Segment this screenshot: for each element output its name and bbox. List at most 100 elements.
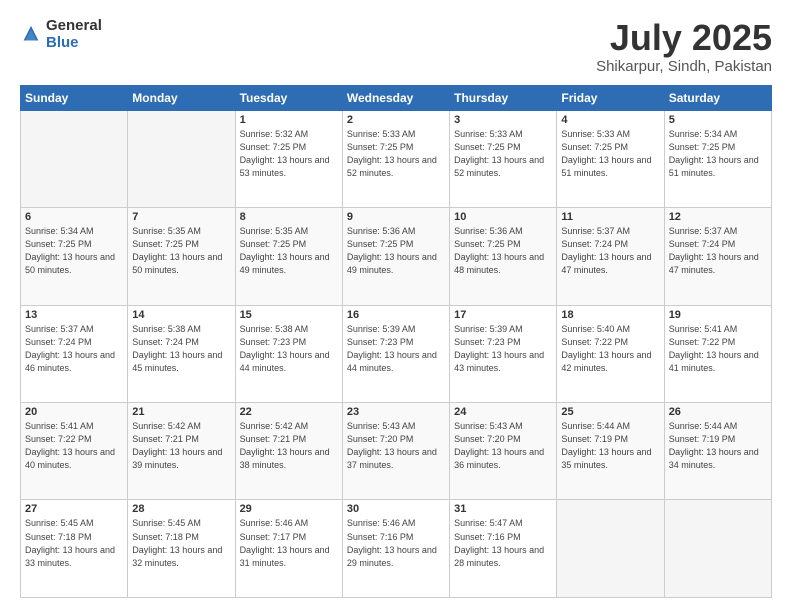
sunset: Sunset: 7:21 PM	[240, 434, 307, 444]
calendar-cell: 20Sunrise: 5:41 AMSunset: 7:22 PMDayligh…	[21, 403, 128, 500]
calendar-cell: 21Sunrise: 5:42 AMSunset: 7:21 PMDayligh…	[128, 403, 235, 500]
calendar-row-1: 1Sunrise: 5:32 AMSunset: 7:25 PMDaylight…	[21, 110, 772, 207]
day-number: 22	[240, 406, 338, 418]
day-number: 4	[561, 114, 659, 126]
daylight: Daylight: 13 hours and 32 minutes.	[132, 545, 222, 568]
day-info: Sunrise: 5:45 AMSunset: 7:18 PMDaylight:…	[132, 517, 230, 569]
daylight: Daylight: 13 hours and 49 minutes.	[240, 252, 330, 275]
day-info: Sunrise: 5:33 AMSunset: 7:25 PMDaylight:…	[347, 128, 445, 180]
sunset: Sunset: 7:23 PM	[240, 337, 307, 347]
daylight: Daylight: 13 hours and 51 minutes.	[669, 155, 759, 178]
sunrise: Sunrise: 5:42 AM	[240, 421, 309, 431]
day-number: 9	[347, 211, 445, 223]
sunrise: Sunrise: 5:45 AM	[25, 518, 94, 528]
daylight: Daylight: 13 hours and 31 minutes.	[240, 545, 330, 568]
day-info: Sunrise: 5:47 AMSunset: 7:16 PMDaylight:…	[454, 517, 552, 569]
sunrise: Sunrise: 5:34 AM	[669, 129, 738, 139]
sunrise: Sunrise: 5:42 AM	[132, 421, 201, 431]
col-saturday: Saturday	[664, 85, 771, 110]
sunset: Sunset: 7:22 PM	[561, 337, 628, 347]
sunset: Sunset: 7:20 PM	[454, 434, 521, 444]
calendar-cell: 7Sunrise: 5:35 AMSunset: 7:25 PMDaylight…	[128, 208, 235, 305]
daylight: Daylight: 13 hours and 52 minutes.	[347, 155, 437, 178]
day-info: Sunrise: 5:46 AM Sunset: 7:17 PM Daylight:…	[240, 517, 338, 569]
sunset: Sunset: 7:25 PM	[454, 142, 521, 152]
calendar-row-5: 27Sunrise: 5:45 AMSunset: 7:18 PMDayligh…	[21, 500, 772, 598]
day-number: 12	[669, 211, 767, 223]
sunset: Sunset: 7:25 PM	[240, 239, 307, 249]
calendar-cell: 8Sunrise: 5:35 AMSunset: 7:25 PMDaylight…	[235, 208, 342, 305]
calendar-cell: 9Sunrise: 5:36 AMSunset: 7:25 PMDaylight…	[342, 208, 449, 305]
sunrise: Sunrise: 5:46 AM	[240, 518, 309, 528]
daylight: Daylight: 13 hours and 29 minutes.	[347, 545, 437, 568]
sunrise: Sunrise: 5:43 AM	[454, 421, 523, 431]
calendar-cell: 14Sunrise: 5:38 AMSunset: 7:24 PMDayligh…	[128, 305, 235, 402]
sunset: Sunset: 7:22 PM	[669, 337, 736, 347]
day-info: Sunrise: 5:32 AMSunset: 7:25 PMDaylight:…	[240, 128, 338, 180]
sunset: Sunset: 7:17 PM	[240, 532, 307, 542]
sunrise: Sunrise: 5:39 AM	[347, 324, 416, 334]
col-tuesday: Tuesday	[235, 85, 342, 110]
calendar-cell: 17Sunrise: 5:39 AMSunset: 7:23 PMDayligh…	[450, 305, 557, 402]
day-number: 23	[347, 406, 445, 418]
day-number: 25	[561, 406, 659, 418]
sunset: Sunset: 7:23 PM	[347, 337, 414, 347]
daylight: Daylight: 13 hours and 36 minutes.	[454, 447, 544, 470]
col-wednesday: Wednesday	[342, 85, 449, 110]
title-location: Shikarpur, Sindh, Pakistan	[596, 58, 772, 75]
calendar-cell	[21, 110, 128, 207]
sunrise: Sunrise: 5:37 AM	[669, 226, 738, 236]
daylight: Daylight: 13 hours and 52 minutes.	[454, 155, 544, 178]
daylight: Daylight: 13 hours and 33 minutes.	[25, 545, 115, 568]
daylight: Daylight: 13 hours and 38 minutes.	[240, 447, 330, 470]
sunset: Sunset: 7:24 PM	[132, 337, 199, 347]
daylight: Daylight: 13 hours and 47 minutes.	[669, 252, 759, 275]
sunrise: Sunrise: 5:41 AM	[669, 324, 738, 334]
day-info: Sunrise: 5:41 AMSunset: 7:22 PMDaylight:…	[669, 323, 767, 375]
daylight: Daylight: 13 hours and 37 minutes.	[347, 447, 437, 470]
col-friday: Friday	[557, 85, 664, 110]
day-number: 8	[240, 211, 338, 223]
day-number: 19	[669, 309, 767, 321]
day-number: 13	[25, 309, 123, 321]
sunset: Sunset: 7:23 PM	[454, 337, 521, 347]
calendar-cell: 19Sunrise: 5:41 AMSunset: 7:22 PMDayligh…	[664, 305, 771, 402]
day-number: 11	[561, 211, 659, 223]
calendar-cell: 5Sunrise: 5:34 AMSunset: 7:25 PMDaylight…	[664, 110, 771, 207]
calendar-cell: 25Sunrise: 5:44 AMSunset: 7:19 PMDayligh…	[557, 403, 664, 500]
sunrise: Sunrise: 5:36 AM	[347, 226, 416, 236]
daylight: Daylight: 13 hours and 39 minutes.	[132, 447, 222, 470]
sunrise: Sunrise: 5:38 AM	[240, 324, 309, 334]
sunset: Sunset: 7:25 PM	[347, 239, 414, 249]
day-info: Sunrise: 5:43 AMSunset: 7:20 PMDaylight:…	[347, 420, 445, 472]
daylight: Daylight: 13 hours and 44 minutes.	[240, 350, 330, 373]
day-info: Sunrise: 5:37 AMSunset: 7:24 PMDaylight:…	[669, 225, 767, 277]
page: General Blue July 2025 Shikarpur, Sindh,…	[0, 0, 792, 612]
sunrise: Sunrise: 5:44 AM	[669, 421, 738, 431]
day-number: 14	[132, 309, 230, 321]
sunset: Sunset: 7:25 PM	[561, 142, 628, 152]
calendar-cell: 23 Sunrise: 5:43 AMSunset: 7:20 PMDayligh…	[342, 403, 449, 500]
calendar-cell: 22 Sunrise: 5:42 AM Sunset: 7:21 PM Dayligh…	[235, 403, 342, 500]
sunset: Sunset: 7:25 PM	[132, 239, 199, 249]
calendar-cell: 13Sunrise: 5:37 AMSunset: 7:24 PMDayligh…	[21, 305, 128, 402]
calendar-cell: 15Sunrise: 5:38 AMSunset: 7:23 PMDayligh…	[235, 305, 342, 402]
calendar-header-row: Sunday Monday Tuesday Wednesday Thursday…	[21, 85, 772, 110]
sunset: Sunset: 7:18 PM	[132, 532, 199, 542]
day-info: Sunrise: 5:42 AM Sunset: 7:21 PM Daylight:…	[240, 420, 338, 472]
day-number: 3	[454, 114, 552, 126]
day-info: Sunrise: 5:40 AMSunset: 7:22 PMDaylight:…	[561, 323, 659, 375]
col-thursday: Thursday	[450, 85, 557, 110]
sunrise: Sunrise: 5:34 AM	[25, 226, 94, 236]
logo-text: General Blue	[46, 18, 102, 51]
day-number: 18	[561, 309, 659, 321]
day-number: 29	[240, 503, 338, 515]
daylight: Daylight: 13 hours and 50 minutes.	[132, 252, 222, 275]
sunrise: Sunrise: 5:35 AM	[132, 226, 201, 236]
sunrise: Sunrise: 5:43 AM	[347, 421, 416, 431]
sunset: Sunset: 7:18 PM	[25, 532, 92, 542]
day-info: Sunrise: 5:37 AMSunset: 7:24 PMDaylight:…	[561, 225, 659, 277]
daylight: Daylight: 13 hours and 40 minutes.	[25, 447, 115, 470]
day-info: Sunrise: 5:41 AMSunset: 7:22 PMDaylight:…	[25, 420, 123, 472]
daylight: Daylight: 13 hours and 42 minutes.	[561, 350, 651, 373]
